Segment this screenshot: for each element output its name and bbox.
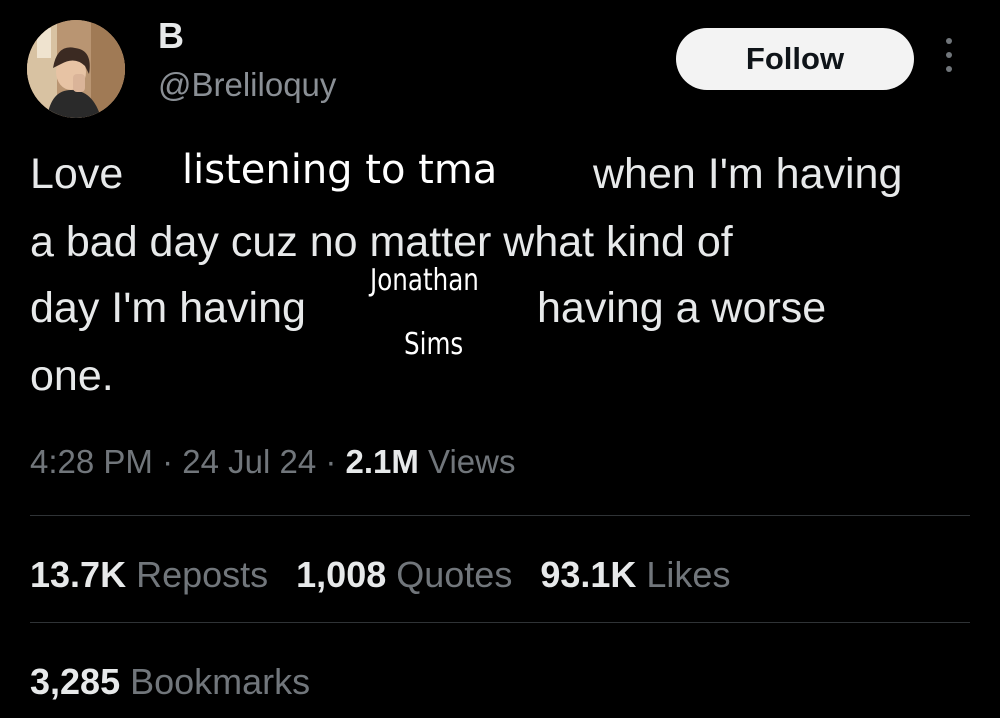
- author-handle[interactable]: @Breliloquy: [158, 68, 336, 101]
- quotes-label: Quotes: [386, 554, 513, 595]
- overlay-name-first: Jonathan: [370, 263, 479, 298]
- reposts-label: Reposts: [126, 554, 269, 595]
- views-count: 2.1M: [345, 443, 419, 480]
- overlay-name-last: Sims: [404, 327, 464, 362]
- bookmarks-label: Bookmarks: [120, 661, 311, 702]
- author-display-name[interactable]: B: [158, 18, 184, 54]
- more-options-icon[interactable]: [943, 38, 955, 82]
- tweet-meta: 4:28 PM · 24 Jul 24 · 2.1M Views: [30, 445, 515, 478]
- tweet-edited-phrase: listening to tma: [182, 147, 498, 193]
- bookmarks-count: 3,285: [30, 661, 121, 702]
- quotes-count: 1,008: [296, 554, 387, 595]
- follow-button[interactable]: Follow: [676, 28, 914, 90]
- quotes-stat[interactable]: 1,008 Quotes: [296, 557, 512, 593]
- likes-label: Likes: [636, 554, 731, 595]
- divider: [30, 515, 970, 516]
- tweet-time[interactable]: 4:28 PM: [30, 443, 153, 480]
- tweet-line-3-end: having a worse: [537, 284, 827, 332]
- likes-count: 93.1K: [540, 554, 637, 595]
- tweet-line-1-end: when I'm having: [593, 150, 903, 198]
- likes-stat[interactable]: 93.1K Likes: [540, 557, 730, 593]
- tweet-line-1-start: Love: [30, 150, 124, 198]
- tweet-line-4: one.: [30, 352, 114, 400]
- avatar[interactable]: [27, 20, 125, 118]
- meta-separator: ·: [316, 443, 346, 480]
- bookmarks-stat[interactable]: 3,285 Bookmarks: [30, 664, 310, 700]
- avatar-photo: [27, 20, 125, 118]
- tweet-line-2: a bad day cuz no matter what kind of: [30, 218, 733, 266]
- tweet-line-3-start: day I'm having: [30, 284, 306, 332]
- divider: [30, 622, 970, 623]
- engagement-stats: 13.7K Reposts 1,008 Quotes 93.1K Likes: [30, 557, 758, 593]
- reposts-count: 13.7K: [30, 554, 127, 595]
- tweet-date[interactable]: 24 Jul 24: [182, 443, 316, 480]
- meta-separator: ·: [152, 443, 183, 480]
- reposts-stat[interactable]: 13.7K Reposts: [30, 557, 268, 593]
- views-label: Views: [418, 443, 516, 480]
